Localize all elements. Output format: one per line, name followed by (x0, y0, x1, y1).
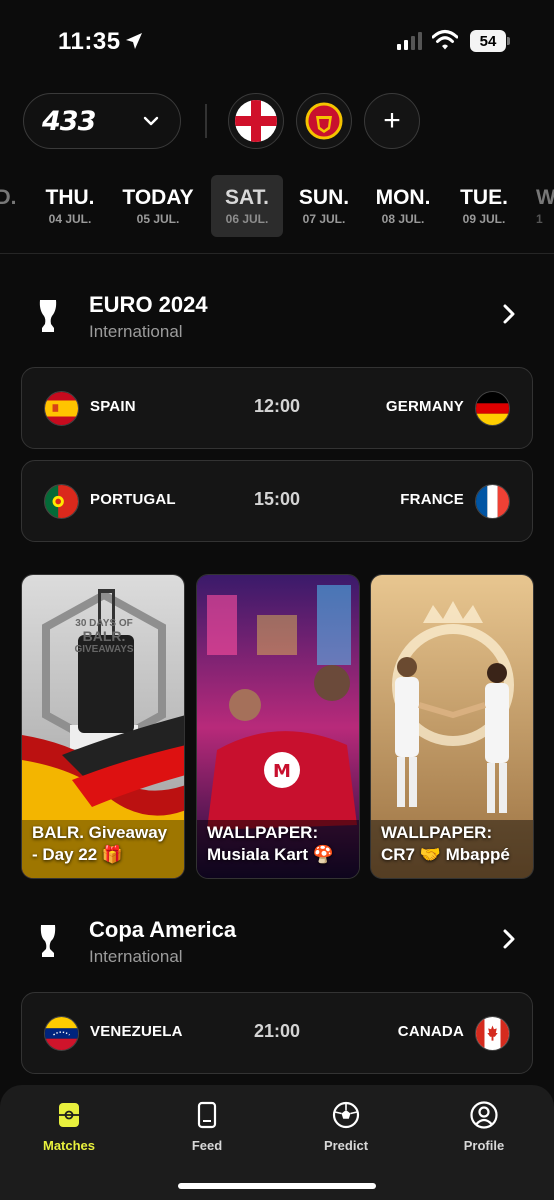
england-flag-icon (235, 100, 277, 142)
promo-tag-line2: BALR. (82, 628, 126, 644)
chevron-right-icon (503, 929, 515, 949)
competition-header-euro[interactable] (0, 286, 554, 346)
profile-icon (470, 1101, 498, 1129)
chevron-down-icon (143, 116, 159, 126)
nav-predict[interactable]: Predict (301, 1100, 391, 1153)
match-card[interactable]: VENEZUELA 21:00 CANADA (21, 992, 533, 1074)
chevron-right-icon (503, 304, 515, 324)
away-team: FRANCE (400, 491, 464, 508)
brand-logo: 433 (42, 105, 96, 137)
divider (205, 104, 207, 138)
trophy-icon (40, 925, 56, 957)
battery-indicator: 54 (470, 30, 506, 52)
team-england[interactable] (228, 93, 284, 149)
add-team-button[interactable]: + (364, 93, 420, 149)
man-united-crest-icon (303, 100, 345, 142)
nav-profile[interactable]: Profile (439, 1100, 529, 1153)
location-arrow-icon (126, 33, 142, 49)
battery-cap (507, 37, 510, 45)
promo-tag-line3: GIVEAWAYS (74, 644, 134, 655)
svg-text:M: M (273, 761, 291, 782)
competition-header-copa[interactable] (0, 912, 554, 972)
date-sat[interactable]: SAT. 06 JUL. (211, 186, 283, 226)
promo-card-cr7-mbappe[interactable]: WALLPAPER: CR7 🤝 Mbappé (370, 574, 534, 879)
away-team: GERMANY (385, 398, 464, 415)
pitch-icon (59, 1103, 79, 1127)
date-mon[interactable]: MON. 08 JUL. (370, 186, 436, 226)
wifi-icon (432, 30, 458, 50)
cellular-signal-icon (397, 32, 422, 50)
france-flag-icon (475, 484, 510, 519)
date-tue[interactable]: TUE. 09 JUL. (454, 186, 514, 226)
team-man-united[interactable] (296, 93, 352, 149)
competition-subtitle: International (89, 322, 183, 341)
nav-feed[interactable]: Feed (162, 1100, 252, 1153)
promo-title: WALLPAPER: CR7 🤝 Mbappé (381, 823, 510, 864)
competition-subtitle: International (89, 947, 183, 966)
promo-title: WALLPAPER: Musiala Kart 🍄 (207, 823, 334, 864)
phone-icon (197, 1101, 217, 1129)
status-time: 11:35 (58, 28, 121, 55)
date-today[interactable]: TODAY 05 JUL. (118, 186, 198, 226)
trophy-icon (39, 300, 57, 332)
match-card[interactable]: SPAIN 12:00 GERMANY (21, 367, 533, 449)
home-indicator (178, 1183, 376, 1189)
competition-title: Copa America (89, 917, 237, 942)
plus-icon: + (383, 104, 401, 137)
ball-icon (332, 1101, 360, 1129)
germany-flag-icon (475, 391, 510, 426)
match-card[interactable]: PORTUGAL 15:00 FRANCE (21, 460, 533, 542)
promo-card-balr[interactable]: 30 DAYS OF BALR. GIVEAWAYS BALR. Giveawa… (21, 574, 185, 879)
canada-flag-icon (475, 1016, 510, 1051)
date-strip-divider (0, 253, 554, 254)
promo-title: BALR. Giveaway - Day 22 🎁 (32, 823, 168, 864)
away-team: CANADA (397, 1023, 464, 1040)
nav-matches[interactable]: Matches (24, 1100, 114, 1153)
date-prev-partial[interactable]: D. (0, 186, 18, 210)
promo-card-musiala-kart[interactable]: M WALLPAPER: Musiala Kart 🍄 (196, 574, 360, 879)
brand-selector[interactable]: 433 (23, 93, 181, 149)
date-sun[interactable]: SUN. 07 JUL. (294, 186, 354, 226)
date-next-partial[interactable]: W1 (536, 186, 554, 226)
competition-title: EURO 2024 (89, 292, 208, 317)
date-thu[interactable]: THU. 04 JUL. (40, 186, 100, 226)
